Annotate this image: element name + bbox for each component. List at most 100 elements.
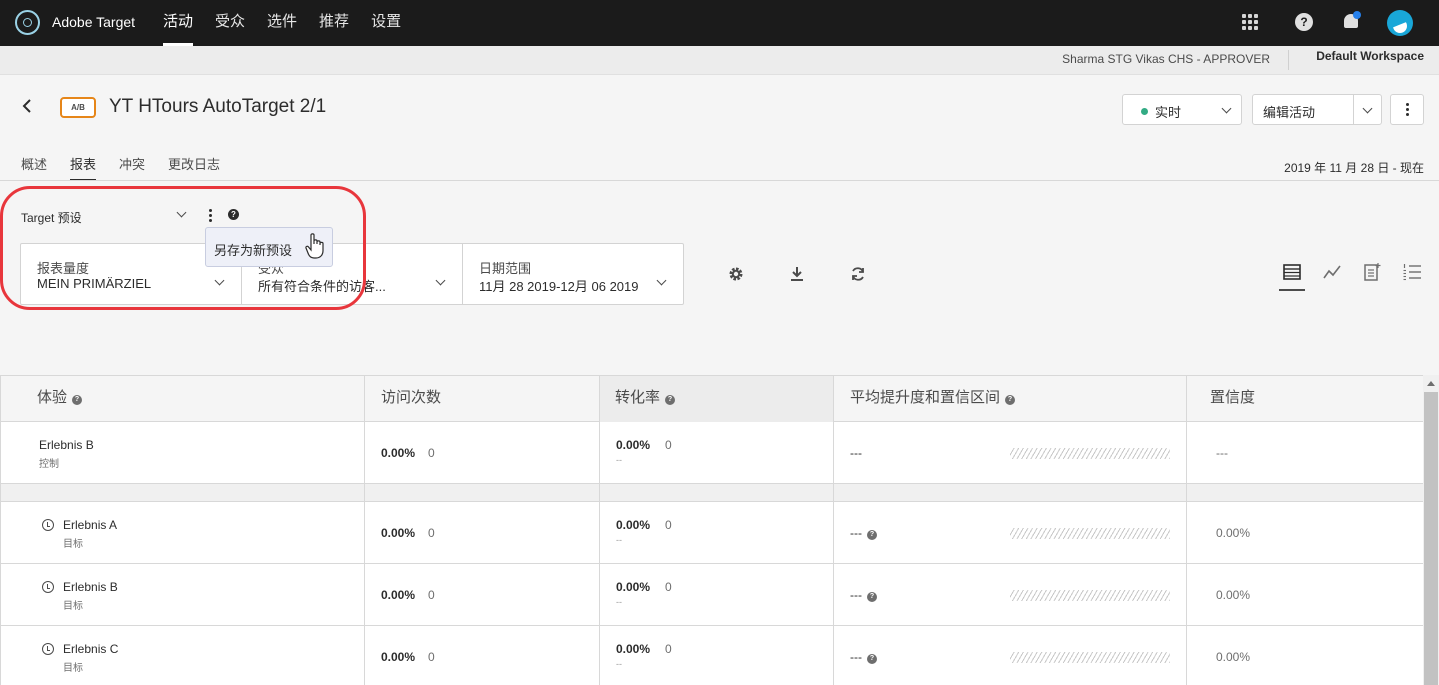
column-header-lift[interactable]: 平均提升度和置信区间? [850,376,1016,422]
adobe-target-logo-icon[interactable] [15,10,40,35]
more-vertical-icon [1406,103,1409,116]
clock-icon [42,519,54,531]
column-header-experience[interactable]: 体验? [37,376,83,422]
conversion-count: 0 [665,642,672,656]
conversion-interval: -- [616,597,622,607]
column-header-confidence[interactable]: 置信度 [1210,376,1255,422]
top-nav: 活动 受众 选件 推荐 设置 [163,0,423,46]
lift-value: ---? [850,526,877,540]
table-row[interactable]: Erlebnis B 目标 0.00% 0 0.00% 0 -- ---? 0.… [1,564,1423,626]
activity-tabs: 概述 报表 冲突 更改日志 [21,154,243,181]
edit-activity-label: 编辑活动 [1263,105,1316,120]
help-icon[interactable]: ? [228,209,239,220]
table-scrollbar[interactable] [1423,375,1439,685]
experience-name: Erlebnis B [39,438,94,452]
experience-role: 目标 [63,663,83,674]
lift-interval-bar [1010,448,1170,459]
table-row[interactable]: Erlebnis A 目标 0.00% 0 0.00% 0 -- ---? 0.… [1,502,1423,564]
chevron-down-icon [1221,103,1232,114]
filter-value: 所有符合条件的访客... [258,279,386,294]
table-view-icon[interactable] [1282,262,1302,282]
tab-overview[interactable]: 概述 [21,154,47,181]
lift-value: ---? [850,650,877,664]
workspace-divider [1288,50,1289,70]
chevron-down-icon [435,275,446,286]
filter-label: 报表量度 [37,261,90,276]
conversion-percent: 0.00% [616,580,651,594]
clipboard-view-icon[interactable] [1362,262,1382,282]
table-row-control[interactable]: Erlebnis B 控制 0.00% 0 0.00% 0 -- --- --- [1,422,1423,484]
lift-interval-bar [1010,590,1170,601]
visits-percent: 0.00% [381,526,416,540]
graph-view-icon[interactable] [1322,262,1342,282]
visits-count: 0 [428,526,435,540]
status-dropdown[interactable]: 实时 [1122,94,1242,125]
nav-audiences[interactable]: 受众 [215,0,245,46]
scroll-up-arrow-icon[interactable] [1427,381,1435,386]
download-icon[interactable] [789,266,805,282]
clock-icon [42,581,54,593]
lift-value: ---? [850,588,877,602]
table-header: 体验? 访问次数 转化率? 平均提升度和置信区间? 置信度 [1,376,1423,422]
experience-role: 目标 [63,539,83,550]
conversion-interval: -- [616,455,622,465]
gear-icon[interactable] [728,266,744,282]
nav-settings[interactable]: 设置 [371,0,401,46]
conversion-percent: 0.00% [616,642,651,656]
active-view-indicator [1279,289,1305,291]
nav-recommendations[interactable]: 推荐 [319,0,349,46]
table-group-separator [1,484,1423,502]
tab-conflicts[interactable]: 冲突 [119,154,145,181]
nav-activities[interactable]: 活动 [163,0,194,46]
nav-offers[interactable]: 选件 [267,0,297,46]
live-status-dot [1141,108,1148,115]
chevron-down-icon[interactable] [176,207,187,218]
more-actions-button[interactable] [1390,94,1424,125]
help-icon[interactable]: ? [72,395,83,405]
help-icon[interactable]: ? [867,654,877,664]
date-range-selector[interactable]: 日期范围 11月 28 2019-12月 06 2019 [463,244,683,304]
column-header-visits[interactable]: 访问次数 [381,376,441,422]
help-icon[interactable]: ? [867,592,877,602]
column-header-conversion-rate[interactable]: 转化率? [599,376,833,422]
visits-percent: 0.00% [381,650,416,664]
tabs-divider [0,180,1439,181]
help-icon[interactable]: ? [1005,395,1016,405]
experience-name: Erlebnis B [63,580,118,594]
visits-percent: 0.00% [381,588,416,602]
help-icon[interactable]: ? [867,530,877,540]
preset-more-icon[interactable] [209,209,212,222]
column-divider [1186,376,1187,685]
lift-value: --- [850,446,862,460]
edit-activity-button[interactable]: 编辑活动 [1252,94,1382,125]
activity-date-range: 2019 年 11 月 28 日 - 现在 [1284,161,1424,175]
help-icon[interactable]: ? [665,395,676,405]
app-switcher-icon[interactable] [1242,14,1258,30]
tab-reports[interactable]: 报表 [70,154,97,181]
conversion-count: 0 [665,580,672,594]
visits-count: 0 [428,446,435,460]
back-arrow-icon[interactable] [22,99,32,113]
help-icon[interactable]: ? [1295,13,1313,31]
report-table: 体验? 访问次数 转化率? 平均提升度和置信区间? 置信度 Erlebnis B… [0,375,1423,685]
tab-change-log[interactable]: 更改日志 [168,154,220,181]
filter-value: 11月 28 2019-12月 06 2019 [479,279,639,294]
confidence-value: --- [1216,446,1228,460]
preset-selector[interactable]: Target 预设 [21,209,82,226]
table-row[interactable]: Erlebnis C 目标 0.00% 0 0.00% 0 -- ---? 0.… [1,626,1423,685]
list-view-icon[interactable] [1402,262,1422,282]
chevron-down-icon[interactable] [1362,103,1373,114]
top-bar: Adobe Target 活动 受众 选件 推荐 设置 ? [0,0,1439,46]
filter-value: MEIN PRIMÄRZIEL [37,276,152,291]
column-divider [833,376,834,685]
scrollbar-thumb[interactable] [1424,392,1438,685]
refresh-icon[interactable] [850,266,866,282]
visits-count: 0 [428,588,435,602]
app-name[interactable]: Adobe Target [52,14,135,30]
status-label: 实时 [1155,105,1182,120]
workspace-selector[interactable]: Default Workspace [1316,49,1424,63]
workspace-bar: Sharma STG Vikas CHS - APPROVER Default … [0,46,1439,75]
confidence-value: 0.00% [1216,650,1251,664]
avatar[interactable] [1387,10,1413,36]
notification-bell-icon[interactable] [1342,11,1361,32]
